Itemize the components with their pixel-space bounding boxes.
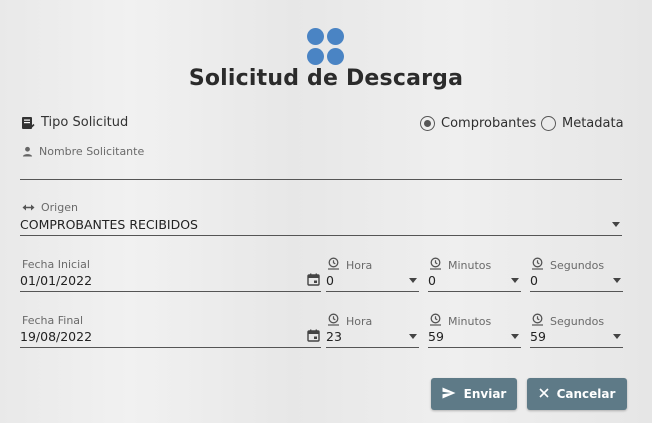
logo-dot — [327, 48, 344, 65]
calendar-icon[interactable] — [307, 327, 320, 346]
radio-selected-icon — [420, 116, 435, 131]
origen-label-row: Origen — [22, 201, 78, 214]
minutos-inicial-select[interactable]: 0 — [428, 270, 521, 292]
chevron-down-icon — [409, 278, 417, 283]
segundos-inicial-value: 0 — [530, 273, 538, 288]
calendar-icon[interactable] — [307, 271, 320, 290]
radio-metadata-label: Metadata — [562, 116, 624, 131]
page-title: Solicitud de Descarga — [188, 66, 464, 91]
close-icon — [539, 387, 549, 401]
person-icon — [22, 146, 33, 157]
radio-comprobantes-label: Comprobantes — [441, 116, 537, 131]
origen-select[interactable]: COMPROBANTES RECIBIDOS — [20, 214, 622, 236]
tipo-solicitud-label: Tipo Solicitud — [41, 115, 129, 130]
hora-inicial-select[interactable]: 0 — [326, 270, 419, 292]
origen-label: Origen — [41, 201, 78, 214]
enviar-button[interactable]: Enviar — [431, 378, 517, 410]
radio-metadata[interactable]: Metadata — [541, 116, 624, 131]
logo-dot — [327, 28, 344, 45]
minutos-inicial-value: 0 — [428, 273, 436, 288]
chevron-down-icon — [613, 278, 621, 283]
swap-horizontal-icon — [22, 203, 35, 212]
logo-dot — [307, 28, 324, 45]
chevron-down-icon — [409, 334, 417, 339]
chevron-down-icon — [511, 334, 519, 339]
minutos-final-select[interactable]: 59 — [428, 326, 521, 348]
segundos-inicial-select[interactable]: 0 — [530, 270, 623, 292]
four-dots-logo — [307, 28, 344, 65]
tipo-solicitud-label-row: Tipo Solicitud — [21, 115, 128, 130]
chevron-down-icon — [511, 278, 519, 283]
send-icon — [442, 387, 456, 402]
segundos-final-select[interactable]: 59 — [530, 326, 623, 348]
logo-dot — [307, 48, 324, 65]
fecha-final-value: 19/08/2022 — [20, 329, 93, 344]
nombre-solicitante-label: Nombre Solicitante — [39, 145, 145, 158]
nombre-solicitante-label-row: Nombre Solicitante — [22, 145, 144, 158]
chevron-down-icon — [613, 334, 621, 339]
hora-final-value: 23 — [326, 329, 342, 344]
origen-value: COMPROBANTES RECIBIDOS — [20, 217, 198, 232]
minutos-final-value: 59 — [428, 329, 444, 344]
chevron-down-icon — [612, 222, 620, 227]
enviar-label: Enviar — [463, 387, 507, 401]
nombre-solicitante-input[interactable] — [20, 161, 622, 180]
fecha-final-input[interactable]: 19/08/2022 — [20, 326, 321, 348]
document-check-icon — [21, 116, 35, 130]
hora-final-select[interactable]: 23 — [326, 326, 419, 348]
segundos-final-value: 59 — [530, 329, 546, 344]
radio-unselected-icon — [541, 116, 556, 131]
cancelar-label: Cancelar — [556, 387, 616, 401]
hora-inicial-value: 0 — [326, 273, 334, 288]
fecha-inicial-input[interactable]: 01/01/2022 — [20, 270, 321, 292]
radio-comprobantes[interactable]: Comprobantes — [420, 116, 536, 131]
cancelar-button[interactable]: Cancelar — [527, 378, 627, 410]
fecha-inicial-value: 01/01/2022 — [20, 273, 93, 288]
